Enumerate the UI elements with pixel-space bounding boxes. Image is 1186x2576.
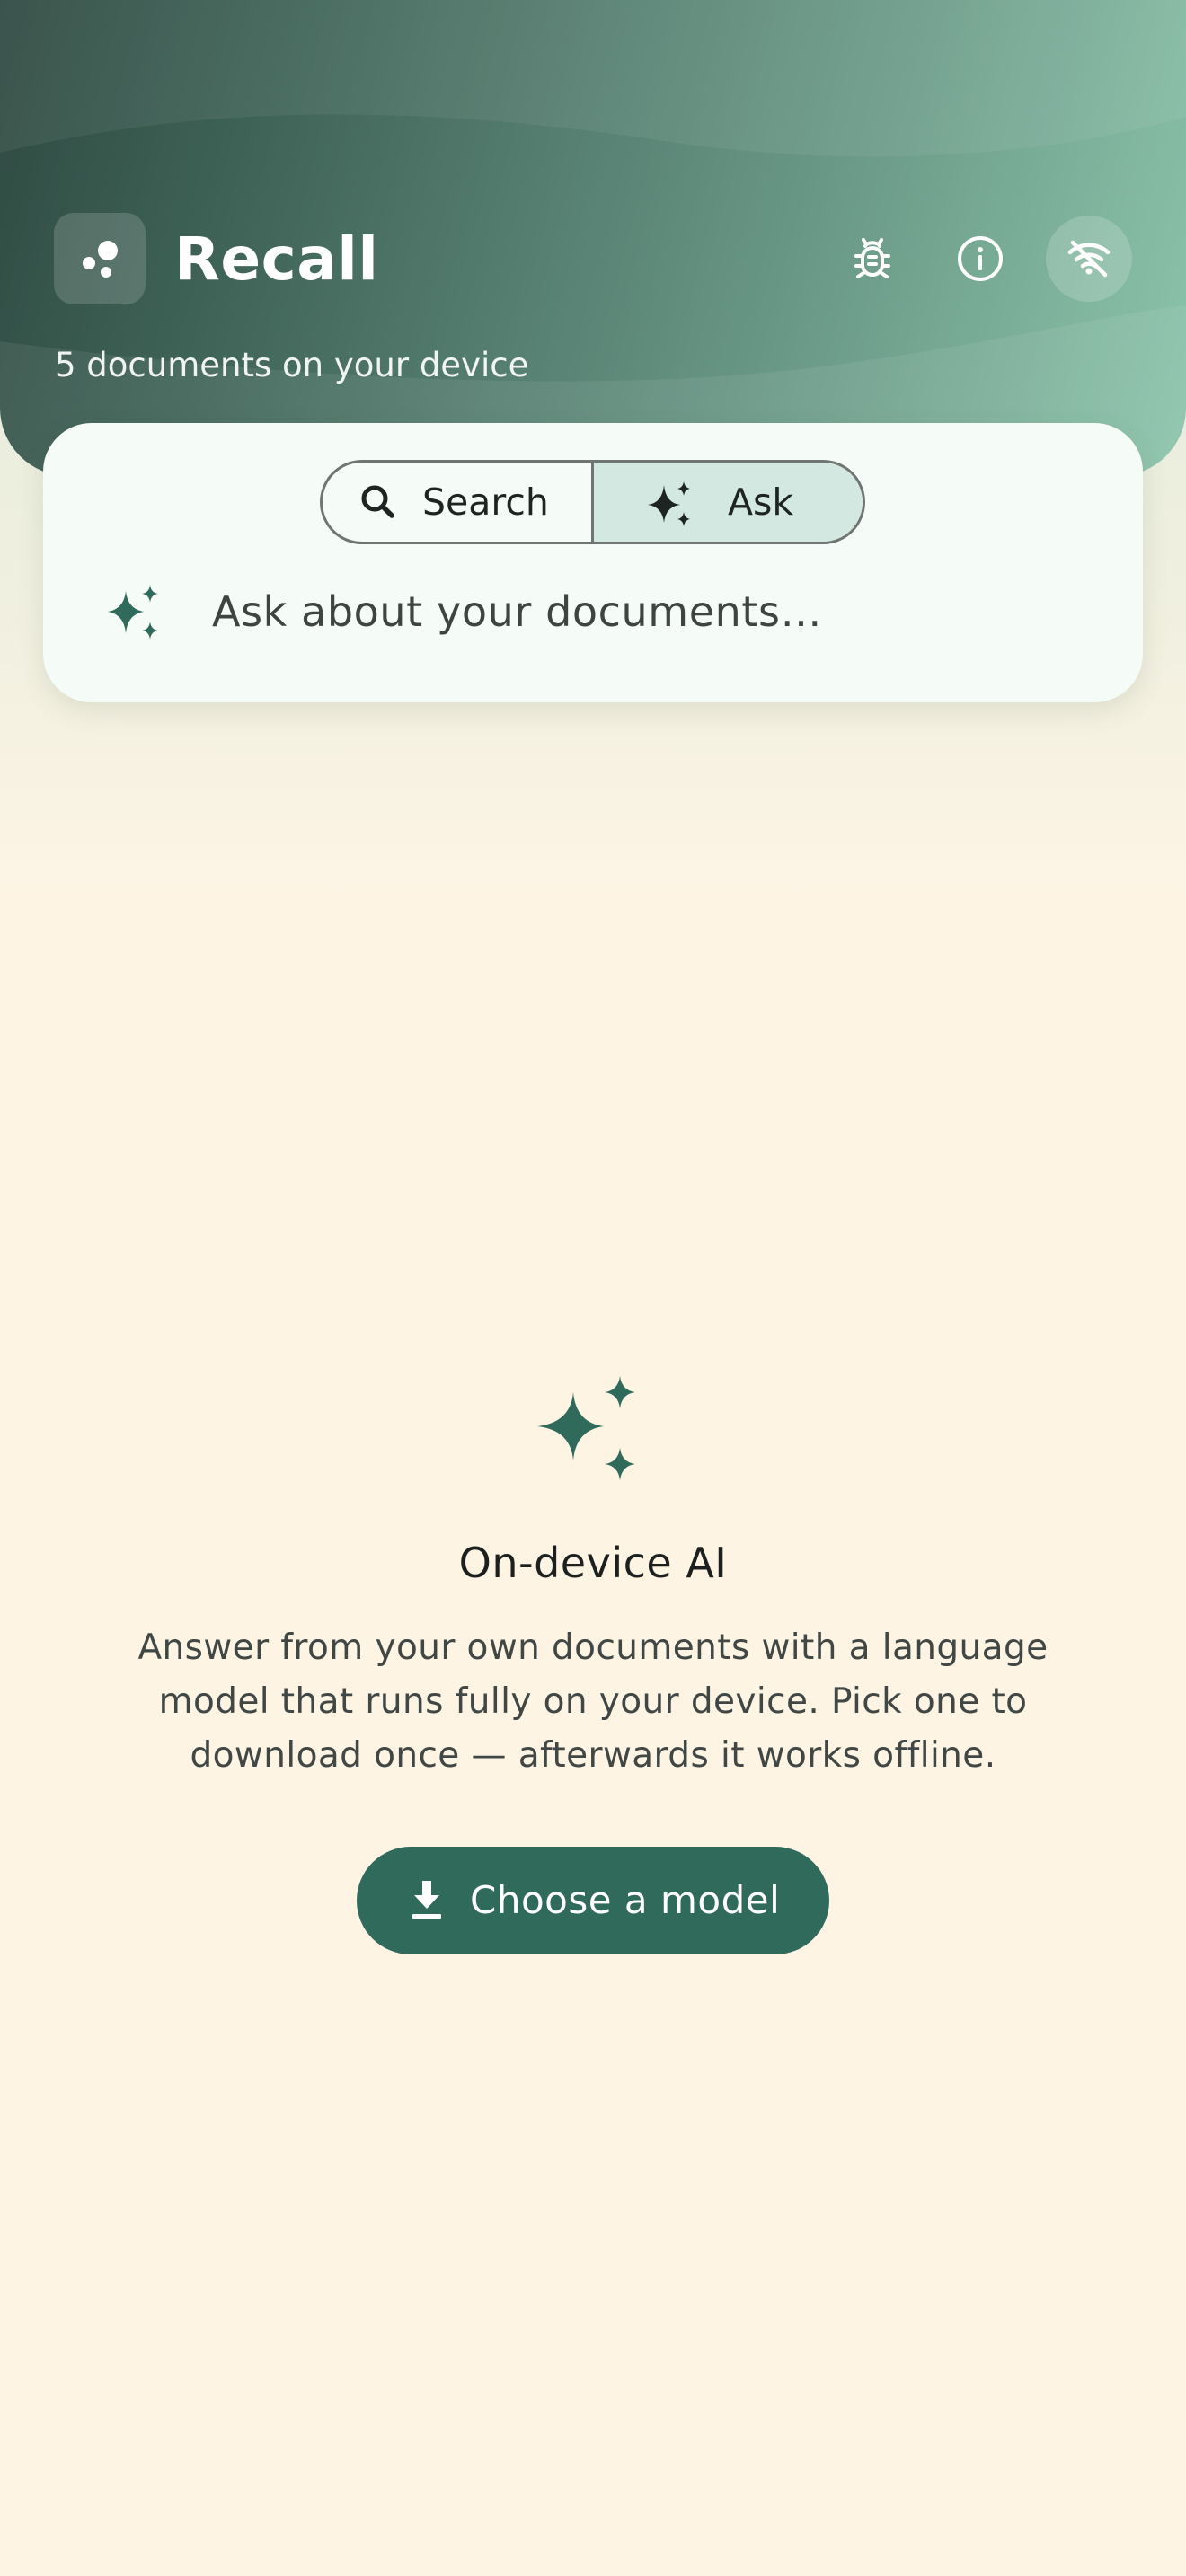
ask-input-icon [99, 576, 171, 648]
empty-state-title: On-device AI [458, 1539, 728, 1587]
sparkle-icon [537, 1376, 635, 1480]
search-mode-tab[interactable]: Search [323, 463, 594, 542]
document-count: 5 documents on your device [55, 346, 529, 384]
debug-button[interactable] [829, 216, 916, 302]
download-icon [412, 1881, 441, 1919]
on-device-ai-icon [530, 1365, 656, 1491]
choose-model-button[interactable]: Choose a model [357, 1847, 829, 1954]
info-button[interactable] [937, 216, 1023, 302]
search-mode-label: Search [422, 481, 549, 524]
ask-mode-tab[interactable]: Ask [594, 463, 863, 542]
info-icon [958, 236, 1003, 281]
mode-toggle: Search Ask [320, 460, 865, 544]
query-card: Search Ask [43, 423, 1143, 702]
app-logo [54, 213, 146, 304]
app-header: Recall 5 documents on your device [0, 0, 1186, 476]
sparkle-icon [648, 481, 690, 526]
search-icon [361, 485, 394, 518]
logo-dots-icon [83, 241, 118, 278]
bug-icon [854, 238, 890, 278]
empty-state-description: Answer from your own documents with a la… [137, 1628, 1049, 1776]
wifi-off-icon [1067, 240, 1111, 278]
ask-input[interactable] [212, 576, 1111, 648]
ask-mode-label: Ask [728, 481, 794, 524]
offline-status-button[interactable] [1046, 216, 1132, 302]
app-title: Recall [174, 225, 379, 294]
choose-model-label: Choose a model [470, 1878, 781, 1922]
sparkle-icon [108, 585, 158, 640]
